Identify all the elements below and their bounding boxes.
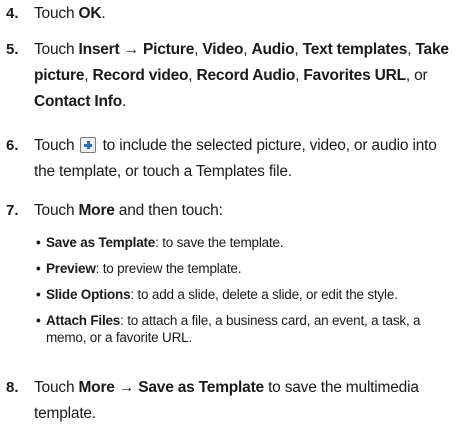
list-item: • Preview: to preview the template. (34, 260, 454, 277)
ok-label: OK (78, 5, 102, 22)
contact-info-label: Contact Info (34, 93, 123, 110)
step-text: Touch More and then touch: (34, 198, 454, 224)
bullet-term: Save as Template (46, 235, 156, 250)
step-number: 6. (6, 137, 19, 154)
list-item: • Save as Template: to save the template. (34, 234, 454, 251)
text-run: , (243, 41, 252, 58)
text-templates-label: Text templates (302, 41, 408, 58)
step-text: Touch to include the selected picture, v… (34, 133, 454, 185)
text-run: and then touch: (114, 202, 223, 219)
text-run: . (101, 5, 106, 22)
plus-icon (80, 137, 97, 153)
bullet-term: Preview (46, 261, 96, 276)
text-run: , (294, 41, 303, 58)
bullet-glyph: • (36, 313, 41, 328)
bullet-glyph: • (36, 261, 41, 276)
step-text: Touch Insert → Picture, Video, Audio, Te… (34, 37, 454, 115)
step-text: Touch More → Save as Template to save th… (34, 375, 454, 427)
bullet-description: : to save the template. (155, 235, 284, 250)
text-run: , (84, 67, 93, 84)
text-run: Touch (34, 41, 79, 58)
list-item: • Slide Options: to add a slide, delete a… (34, 286, 454, 303)
more-save-template-label: More → Save as Template (78, 379, 264, 396)
bullet-glyph: • (36, 287, 41, 302)
text-run: . (122, 93, 127, 110)
more-label: More (78, 202, 115, 219)
bullet-list: • Save as Template: to save the template.… (34, 234, 454, 346)
bullet-description: : to preview the template. (95, 261, 242, 276)
text-run: Touch (34, 379, 79, 396)
step-number: 7. (6, 202, 19, 219)
video-label: Video (202, 41, 244, 58)
text-run: , (188, 67, 197, 84)
bullet-term: Slide Options (46, 287, 131, 302)
text-run: Touch (34, 137, 79, 154)
record-video-label: Record video (92, 67, 189, 84)
audio-label: Audio (251, 41, 295, 58)
insert-picture-label: Insert → Picture (78, 41, 195, 58)
step-text: Touch OK. (34, 1, 454, 27)
bullet-term: Attach Files (46, 313, 121, 328)
step-number: 5. (6, 41, 19, 58)
text-run: Touch (34, 5, 79, 22)
bullet-description: : to add a slide, delete a slide, or edi… (130, 287, 398, 302)
text-run: , or (405, 67, 428, 84)
text-run: Touch (34, 202, 79, 219)
step-number: 4. (6, 5, 19, 22)
step-number: 8. (6, 379, 19, 396)
favorites-url-label: Favorites URL (303, 67, 406, 84)
list-item: • Attach Files: to attach a file, a busin… (34, 312, 454, 346)
bullet-glyph: • (36, 235, 41, 250)
record-audio-label: Record Audio (196, 67, 296, 84)
